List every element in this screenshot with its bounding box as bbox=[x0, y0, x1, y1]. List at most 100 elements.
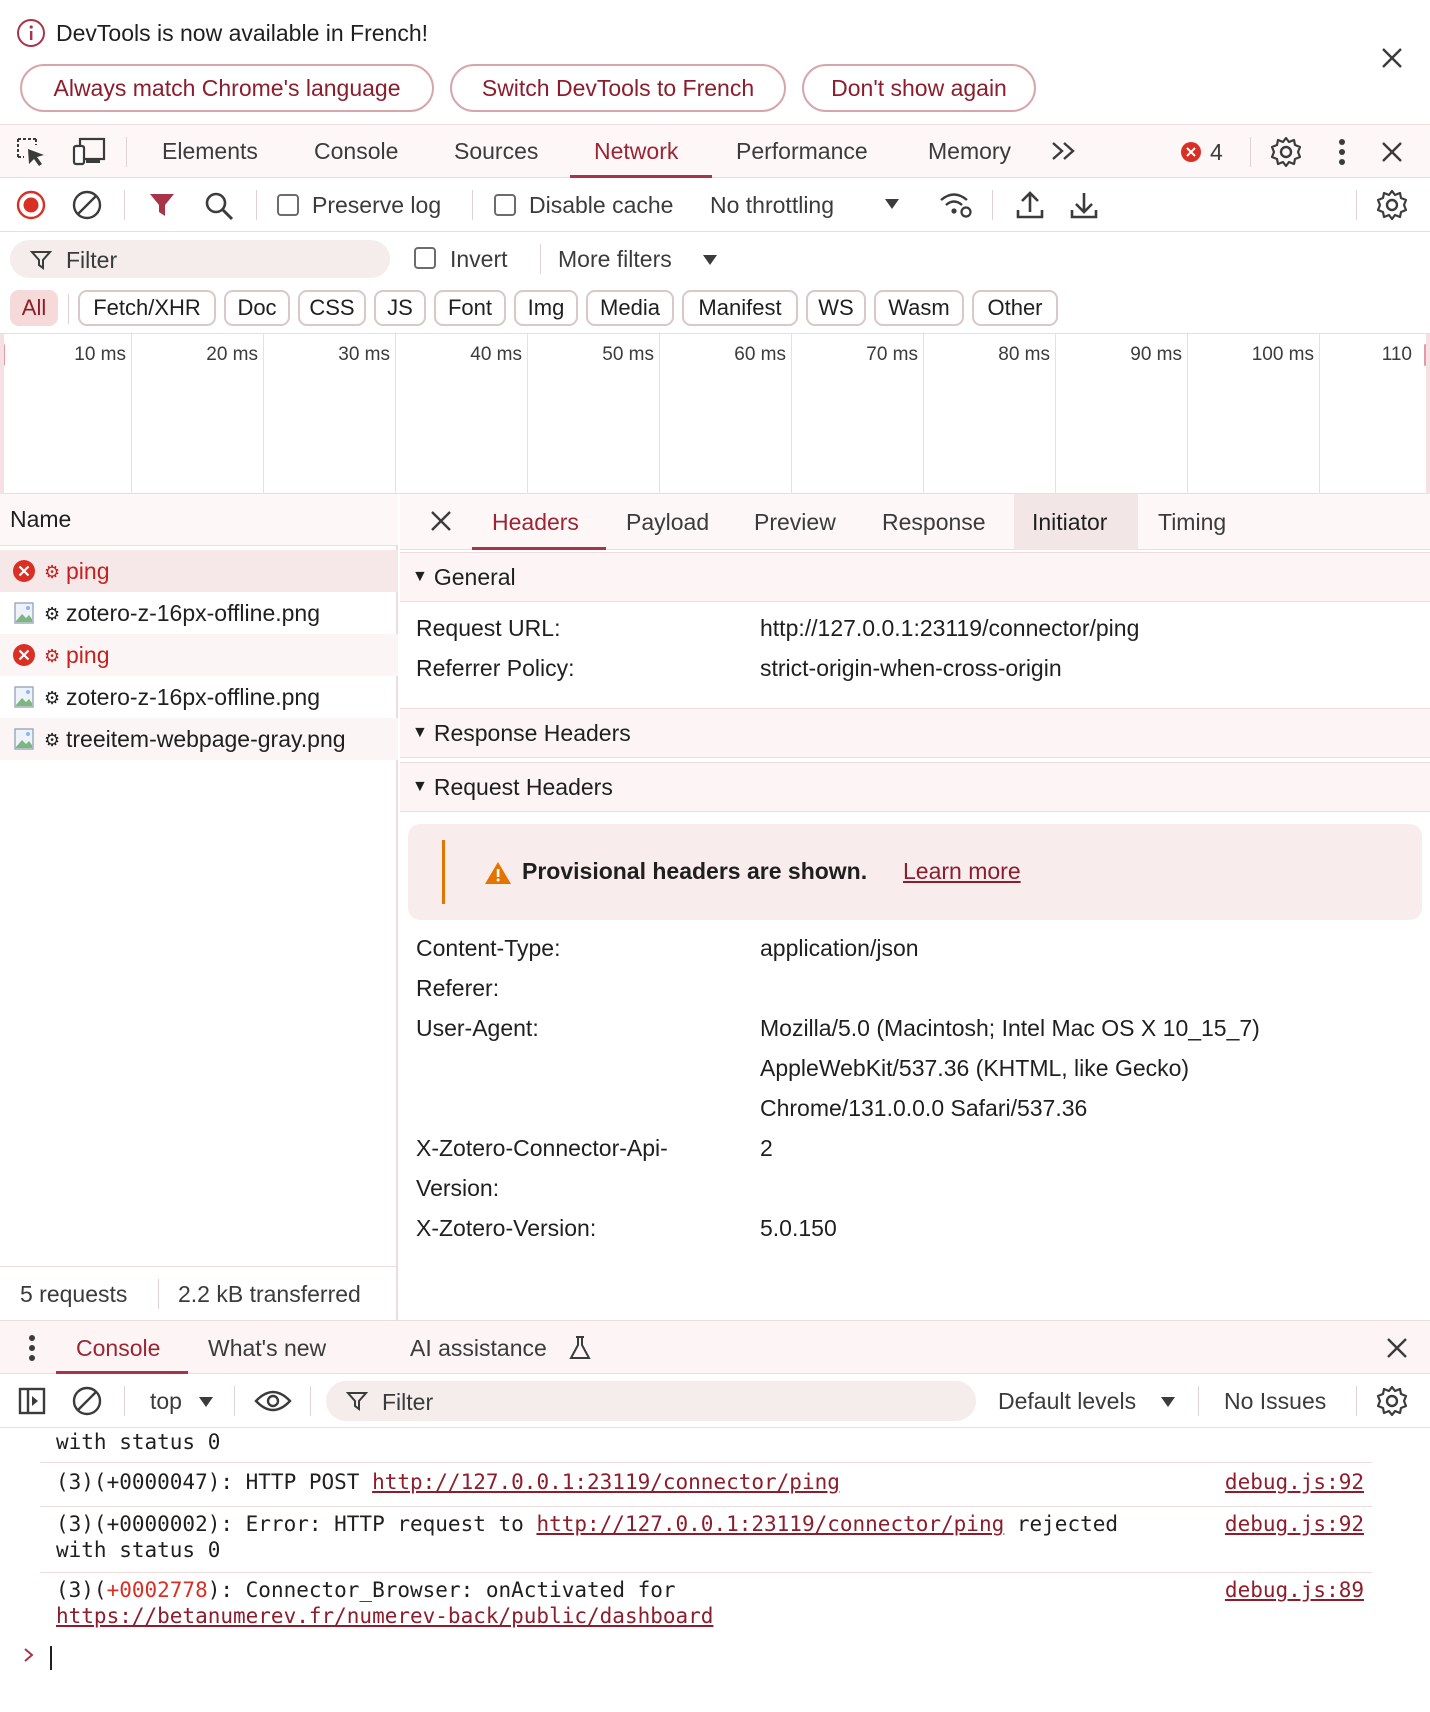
request-row[interactable]: ⚙ treeitem-webpage-gray.png bbox=[0, 718, 398, 760]
filter-input[interactable]: Filter bbox=[10, 240, 390, 278]
user-agent-value-cont: AppleWebKit/537.36 (KHTML, like Gecko) bbox=[760, 1055, 1190, 1081]
tab-response[interactable]: Response bbox=[882, 494, 986, 550]
chip-fetch-xhr[interactable]: Fetch/XHR bbox=[78, 290, 216, 326]
tab-payload[interactable]: Payload bbox=[626, 494, 709, 550]
request-row[interactable]: ⚙ zotero-z-16px-offline.png bbox=[0, 592, 398, 634]
more-tabs-icon[interactable] bbox=[1050, 139, 1078, 163]
language-infobar: DevTools is now available in French! Alw… bbox=[0, 0, 1430, 124]
filter-icon[interactable] bbox=[148, 191, 176, 219]
zotero-version-value: 5.0.150 bbox=[760, 1215, 837, 1241]
console-settings-icon[interactable] bbox=[1376, 1385, 1408, 1417]
source-link[interactable]: debug.js:92 bbox=[1225, 1512, 1364, 1536]
console-messages[interactable]: with status 0 (3)(+0000047): HTTP POST h… bbox=[0, 1428, 1430, 1712]
close-devtools-icon[interactable] bbox=[1380, 140, 1404, 164]
chip-ws[interactable]: WS bbox=[806, 290, 866, 326]
chip-manifest[interactable]: Manifest bbox=[682, 290, 798, 326]
request-row[interactable]: ⚙ zotero-z-16px-offline.png bbox=[0, 676, 398, 718]
tab-memory[interactable]: Memory bbox=[928, 125, 1011, 177]
preserve-log-checkbox[interactable] bbox=[277, 194, 299, 216]
chevron-down-icon[interactable] bbox=[884, 198, 900, 210]
device-toolbar-icon[interactable] bbox=[72, 137, 106, 167]
match-chrome-language-button[interactable]: Always match Chrome's language bbox=[20, 64, 434, 112]
drawer-menu-icon[interactable] bbox=[28, 1333, 36, 1363]
sidebar-toggle-icon[interactable] bbox=[18, 1387, 46, 1415]
disable-cache-checkbox[interactable] bbox=[494, 194, 516, 216]
console-prompt-input[interactable] bbox=[50, 1646, 52, 1670]
chip-wasm[interactable]: Wasm bbox=[874, 290, 964, 326]
log-levels-select[interactable]: Default levels bbox=[998, 1388, 1136, 1415]
tab-performance[interactable]: Performance bbox=[736, 125, 868, 177]
console-text: ): Connector_Browser: onActivated for bbox=[207, 1578, 676, 1602]
console-url-link[interactable]: http://127.0.0.1:23119/connector/ping bbox=[536, 1512, 1004, 1536]
search-icon[interactable] bbox=[204, 191, 234, 221]
close-drawer-icon[interactable] bbox=[1386, 1337, 1408, 1359]
drawer-tab-ai-assistance[interactable]: AI assistance bbox=[410, 1321, 547, 1375]
more-filters-button[interactable]: More filters bbox=[558, 246, 672, 273]
throttling-select[interactable]: No throttling bbox=[710, 178, 834, 232]
gear-icon[interactable] bbox=[1270, 136, 1302, 168]
error-icon bbox=[12, 559, 36, 583]
context-selector[interactable]: top bbox=[150, 1388, 182, 1415]
stop-recording-icon[interactable] bbox=[16, 190, 46, 220]
more-options-icon[interactable] bbox=[1338, 137, 1346, 167]
tab-headers[interactable]: Headers bbox=[472, 494, 599, 550]
close-details-icon[interactable] bbox=[430, 510, 452, 532]
request-row[interactable]: ⚙ ping bbox=[0, 550, 398, 592]
chip-font[interactable]: Font bbox=[434, 290, 506, 326]
console-filter-input[interactable]: Filter bbox=[326, 1381, 976, 1421]
image-file-icon bbox=[14, 686, 34, 708]
tab-preview[interactable]: Preview bbox=[754, 494, 836, 550]
close-icon[interactable] bbox=[1380, 46, 1404, 70]
clear-icon[interactable] bbox=[72, 190, 102, 220]
console-url-link[interactable]: https://betanumerev.fr/numerev-back/publ… bbox=[56, 1604, 713, 1628]
drawer-tab-console[interactable]: Console bbox=[56, 1321, 180, 1375]
tab-console[interactable]: Console bbox=[314, 125, 398, 177]
invert-label[interactable]: Invert bbox=[450, 246, 508, 273]
source-link[interactable]: debug.js:92 bbox=[1225, 1470, 1364, 1494]
inspect-element-icon[interactable] bbox=[16, 137, 48, 167]
learn-more-link[interactable]: Learn more bbox=[903, 858, 1021, 885]
name-column-header[interactable]: Name bbox=[0, 494, 398, 546]
tab-timing[interactable]: Timing bbox=[1158, 494, 1226, 550]
tab-initiator[interactable]: Initiator bbox=[1032, 494, 1107, 550]
info-icon bbox=[16, 18, 46, 48]
eye-icon[interactable] bbox=[254, 1389, 292, 1413]
console-url-link[interactable]: http://127.0.0.1:23119/connector/ping bbox=[372, 1470, 840, 1494]
chip-other[interactable]: Other bbox=[972, 290, 1058, 326]
general-section-header[interactable]: ▼ General bbox=[400, 552, 1430, 602]
response-headers-section-header[interactable]: ▼ Response Headers bbox=[400, 708, 1430, 758]
more-filters-chevron-icon[interactable] bbox=[702, 254, 718, 266]
download-icon[interactable] bbox=[1070, 190, 1098, 220]
preserve-log-label[interactable]: Preserve log bbox=[312, 178, 441, 232]
invert-checkbox[interactable] bbox=[414, 247, 436, 269]
chip-img[interactable]: Img bbox=[514, 290, 578, 326]
tab-network[interactable]: Network bbox=[594, 125, 678, 177]
network-settings-icon[interactable] bbox=[1376, 189, 1408, 221]
chevron-down-icon[interactable] bbox=[1160, 1396, 1176, 1408]
network-conditions-icon[interactable] bbox=[938, 190, 974, 220]
tab-elements[interactable]: Elements bbox=[162, 125, 258, 177]
chip-doc[interactable]: Doc bbox=[224, 290, 290, 326]
tab-sources[interactable]: Sources bbox=[454, 125, 538, 177]
issues-count[interactable]: 4 bbox=[1210, 139, 1223, 166]
dont-show-again-button[interactable]: Don't show again bbox=[802, 64, 1036, 112]
source-link[interactable]: debug.js:89 bbox=[1225, 1578, 1364, 1602]
request-row[interactable]: ⚙ ping bbox=[0, 634, 398, 676]
chip-all[interactable]: All bbox=[10, 290, 58, 326]
drawer-tab-whats-new[interactable]: What's new bbox=[208, 1321, 326, 1375]
triangle-down-icon: ▼ bbox=[412, 724, 428, 741]
clear-console-icon[interactable] bbox=[72, 1386, 102, 1416]
active-detail-tab-indicator bbox=[472, 547, 606, 550]
console-text: with status 0 bbox=[56, 1538, 221, 1562]
chevron-down-icon[interactable] bbox=[198, 1396, 214, 1408]
error-icon[interactable] bbox=[1180, 141, 1202, 163]
chip-css[interactable]: CSS bbox=[298, 290, 366, 326]
network-timeline-overview[interactable]: 10 ms 20 ms 30 ms 40 ms 50 ms 60 ms 70 m… bbox=[0, 334, 1430, 494]
issues-button[interactable]: No Issues bbox=[1224, 1388, 1326, 1415]
upload-icon[interactable] bbox=[1016, 190, 1044, 220]
request-headers-section-header[interactable]: ▼ Request Headers bbox=[400, 762, 1430, 812]
disable-cache-label[interactable]: Disable cache bbox=[529, 178, 673, 232]
chip-js[interactable]: JS bbox=[374, 290, 426, 326]
switch-to-french-button[interactable]: Switch DevTools to French bbox=[450, 64, 786, 112]
chip-media[interactable]: Media bbox=[586, 290, 674, 326]
